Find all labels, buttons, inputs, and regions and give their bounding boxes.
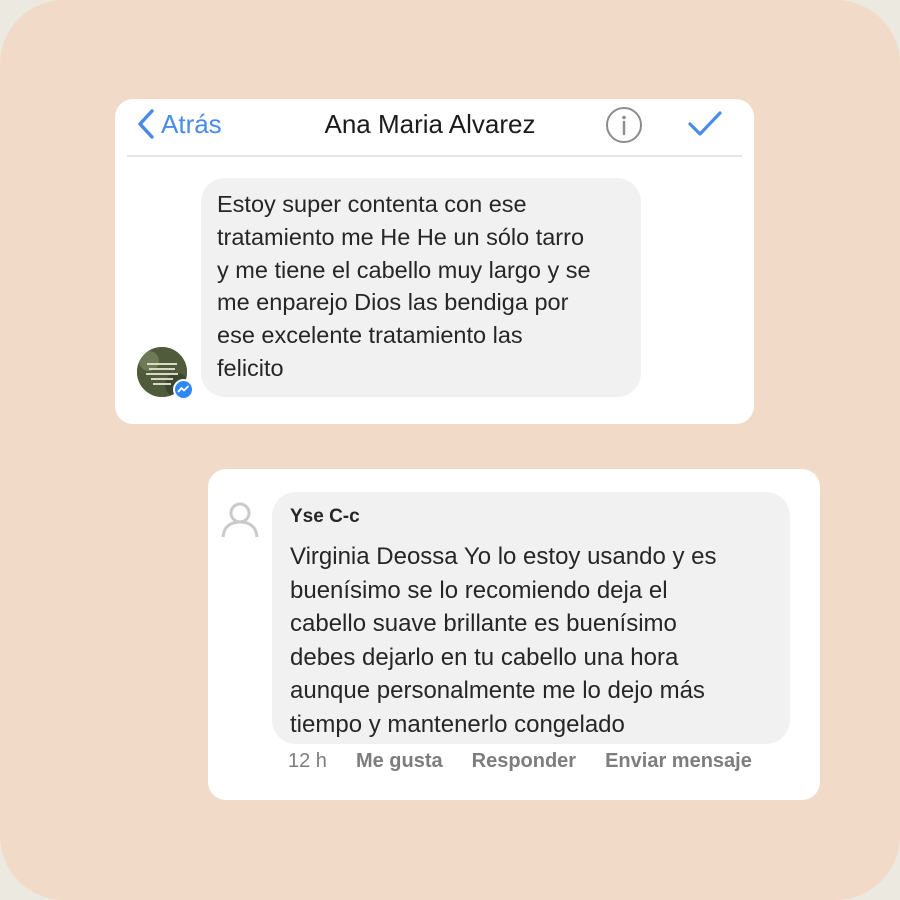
- comment-author[interactable]: Yse C-c: [290, 506, 360, 528]
- comment-text: Virginia Deossa Yo lo estoy usando y es …: [290, 543, 717, 738]
- contact-name: Ana Maria Alvarez: [324, 109, 536, 139]
- checkmark-icon: [688, 111, 722, 136]
- messenger-card: Atrás Ana Maria Alvarez Estoy super cont…: [115, 99, 754, 424]
- comment-card: Yse C-c Virginia Deossa Yo lo estoy usan…: [208, 469, 820, 800]
- send-message-button[interactable]: Enviar mensaje: [605, 750, 752, 773]
- back-label: Atrás: [161, 108, 222, 139]
- done-button[interactable]: [687, 109, 723, 144]
- comment-bubble: Yse C-c Virginia Deossa Yo lo estoy usan…: [272, 492, 790, 744]
- message-bubble: Estoy super contenta con ese tratamiento…: [201, 178, 641, 397]
- chevron-left-icon: [138, 109, 154, 139]
- back-button[interactable]: Atrás: [137, 107, 222, 141]
- comment-timestamp[interactable]: 12 h: [288, 750, 327, 773]
- header-divider: [127, 155, 742, 157]
- messenger-badge-icon: [173, 379, 194, 400]
- like-button[interactable]: Me gusta: [356, 750, 443, 773]
- info-circle-icon: [606, 107, 642, 143]
- messenger-header: Atrás Ana Maria Alvarez: [115, 99, 754, 156]
- reply-button[interactable]: Responder: [472, 750, 576, 773]
- default-avatar-icon[interactable]: [220, 499, 260, 539]
- info-button[interactable]: [605, 106, 643, 149]
- comment-actions: 12 h Me gusta Responder Enviar mensaje: [288, 746, 752, 776]
- message-text: Estoy super contenta con ese tratamiento…: [217, 191, 591, 381]
